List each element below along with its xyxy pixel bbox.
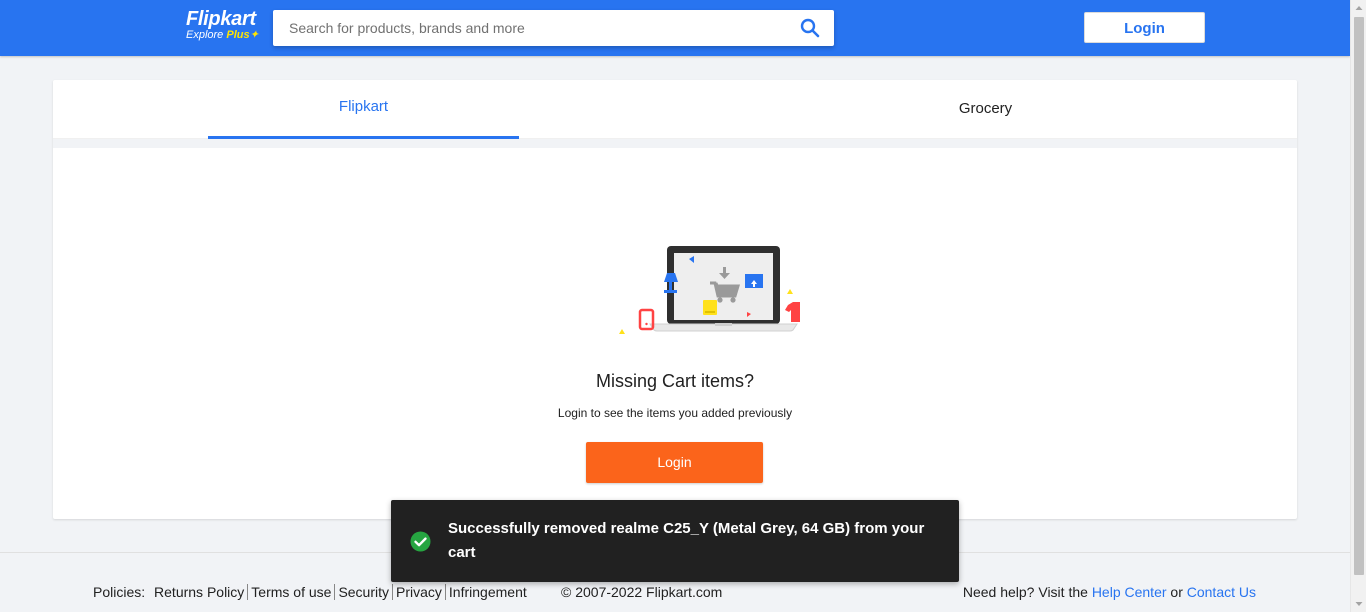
check-circle-icon [410, 531, 431, 552]
tab-flipkart[interactable]: Flipkart [208, 80, 519, 139]
flipkart-logo[interactable]: Flipkart Explore Plus✦ [186, 9, 266, 45]
tab-grocery[interactable]: Grocery [830, 80, 1141, 139]
cart-tabs: Flipkart Grocery [53, 80, 1297, 139]
login-button[interactable]: Login [586, 442, 763, 483]
toast-notification: Successfully removed realme C25_Y (Metal… [391, 500, 959, 582]
logo-tagline-prefix: Explore [186, 29, 227, 41]
link-terms-of-use[interactable]: Terms of use [248, 584, 336, 600]
link-security[interactable]: Security [335, 584, 394, 600]
empty-cart-title: Missing Cart items? [595, 371, 755, 391]
vertical-scrollbar[interactable] [1350, 0, 1366, 612]
top-header: Flipkart Explore Plus✦ Login [0, 0, 1350, 56]
toast-message: Successfully removed realme C25_Y (Metal… [448, 520, 925, 561]
scroll-down-arrow-icon[interactable] [1351, 596, 1366, 612]
search-icon[interactable] [800, 18, 820, 38]
link-infringement[interactable]: Infringement [446, 584, 530, 600]
link-contact-us[interactable]: Contact Us [1187, 584, 1256, 600]
logo-tagline: Explore Plus✦ [186, 29, 266, 42]
copyright-text: © 2007-2022 Flipkart.com [561, 584, 723, 600]
cart-card: Flipkart Grocery Missing Cart items? Log… [53, 80, 1297, 519]
empty-cart-subtitle: Login to see the items you added previou… [557, 406, 793, 420]
footer: Policies: Returns Policy Terms of use Secu… [0, 584, 1350, 604]
tshirt-icon [785, 302, 809, 322]
logo-tagline-plus: Plus [226, 29, 250, 41]
book-icon [703, 300, 717, 315]
search-bar [273, 10, 834, 46]
link-privacy[interactable]: Privacy [393, 584, 446, 600]
link-returns-policy[interactable]: Returns Policy [151, 584, 249, 600]
footer-help: Need help? Visit the Help Center or Cont… [963, 584, 1256, 600]
policies-label: Policies: [93, 584, 146, 600]
scroll-thumb[interactable] [1354, 17, 1364, 575]
monitor-upload-icon [745, 274, 763, 288]
logo-brand-text: Flipkart [186, 8, 256, 30]
plus-star-icon: ✦ [249, 29, 259, 41]
search-input[interactable] [273, 10, 773, 46]
empty-cart-illustration [560, 173, 835, 373]
scroll-up-arrow-icon[interactable] [1351, 0, 1366, 16]
help-prefix: Need help? Visit the [962, 584, 1092, 600]
footer-policies: Policies: Returns Policy Terms of use Secu… [93, 584, 530, 600]
link-help-center[interactable]: Help Center [1092, 584, 1167, 600]
tab-divider [53, 139, 1297, 148]
help-or: or [1166, 584, 1187, 600]
header-login-button[interactable]: Login [1084, 12, 1205, 43]
